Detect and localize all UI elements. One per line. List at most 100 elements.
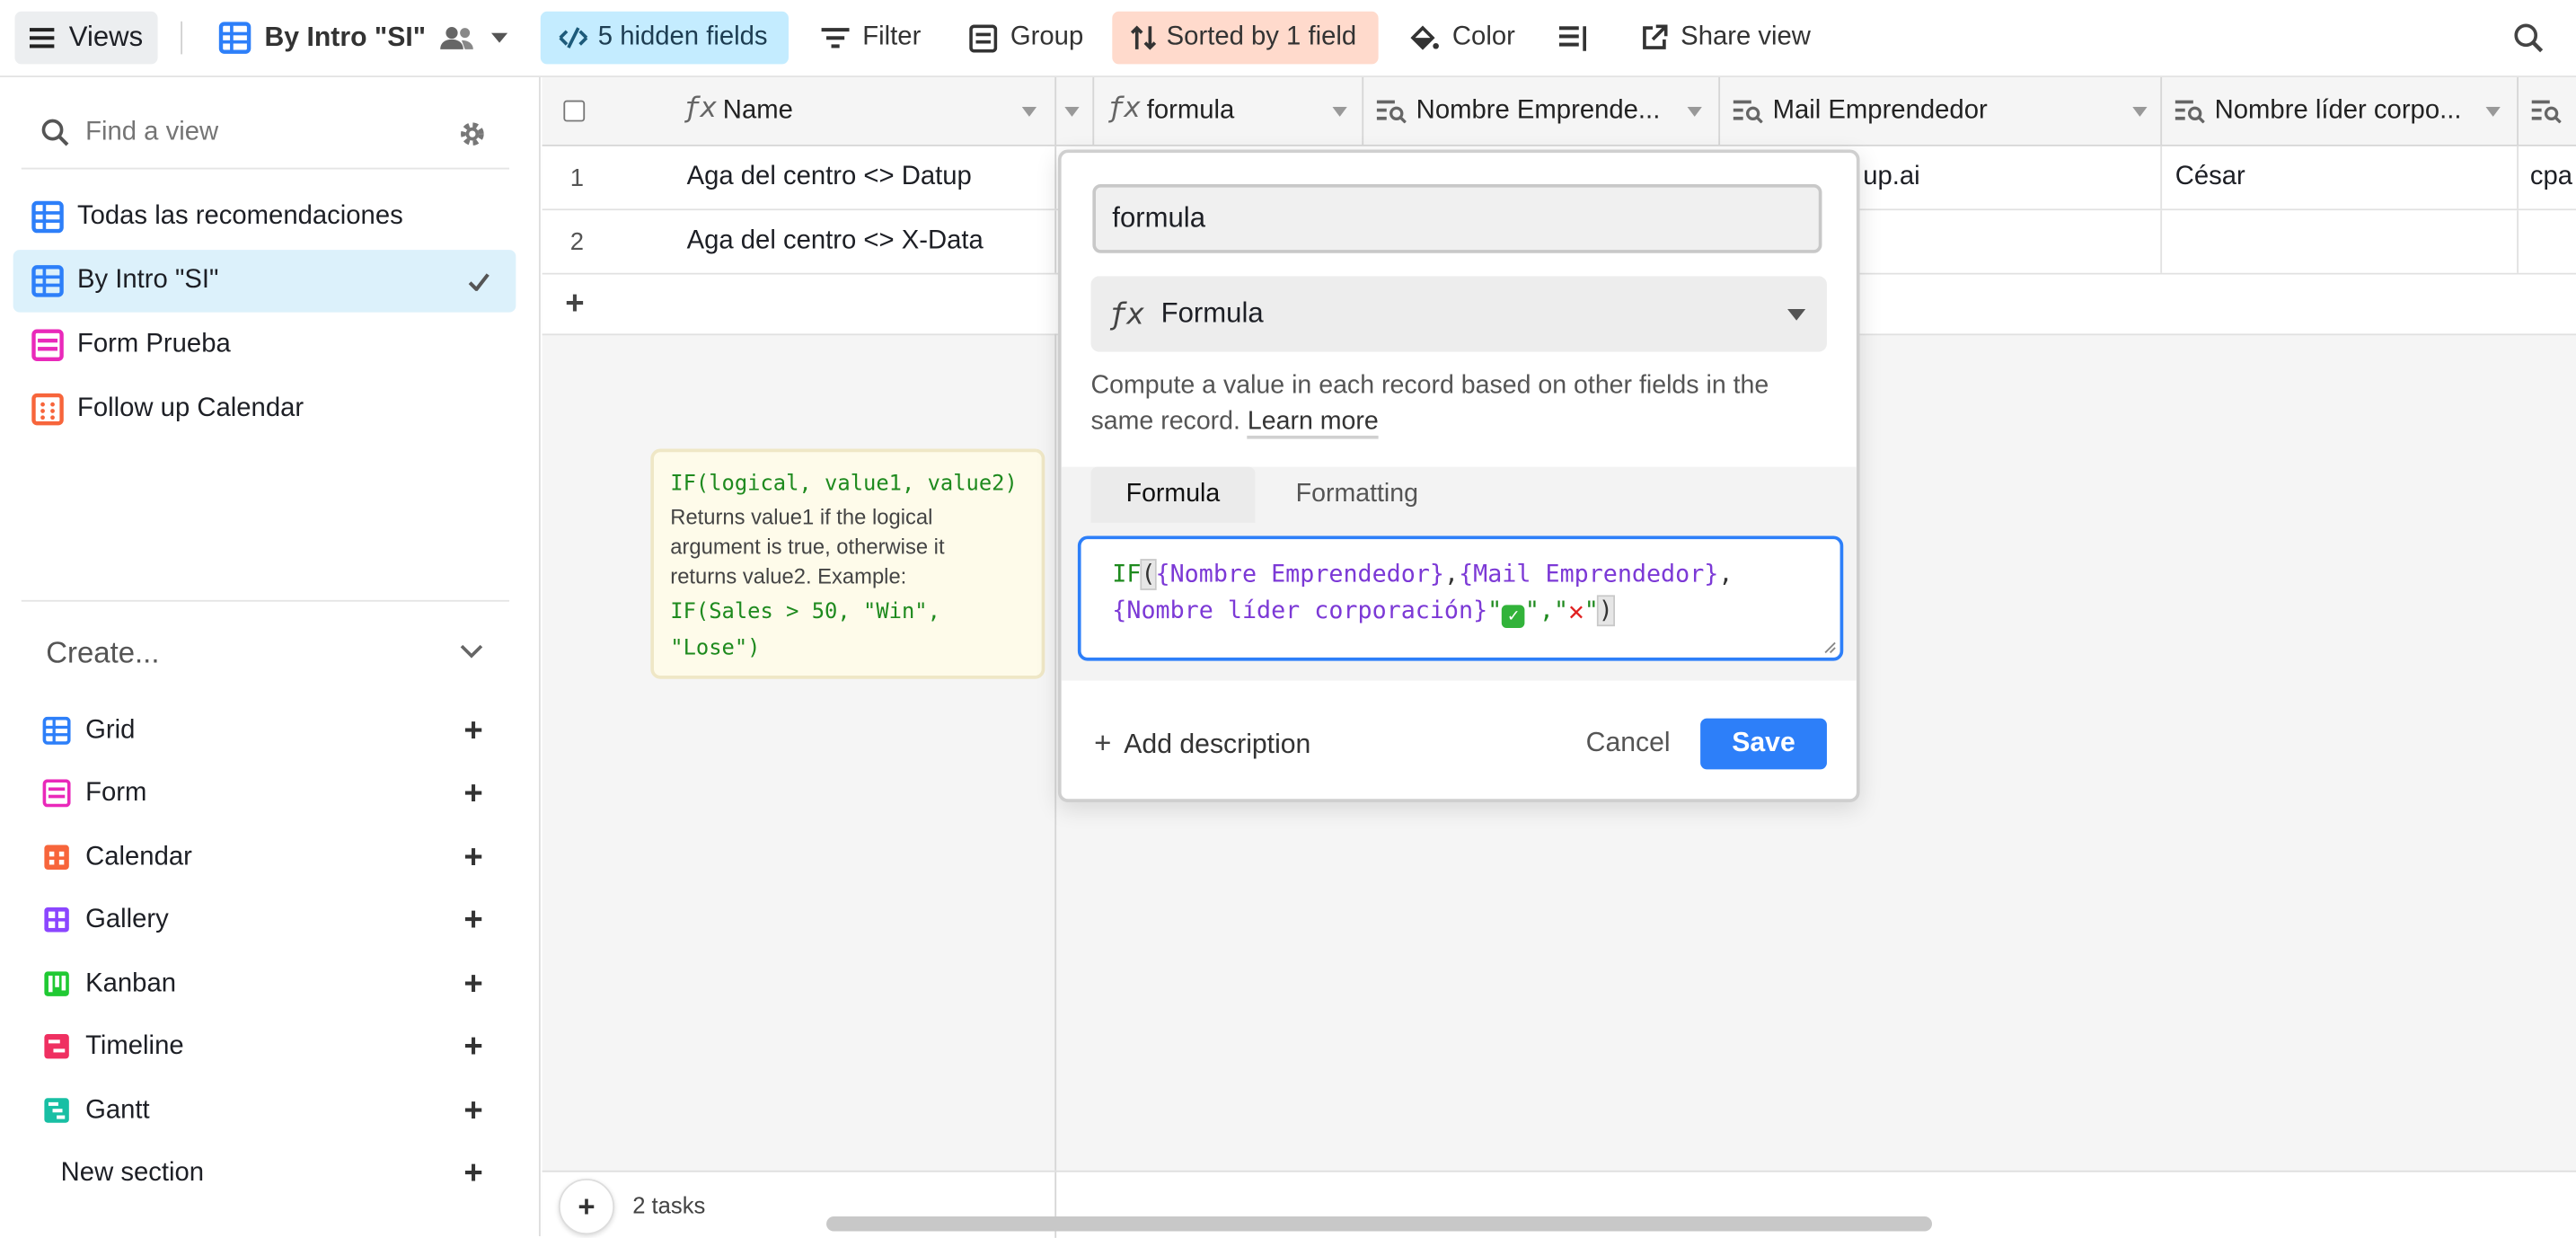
current-view-name: By Intro "SI" <box>264 22 427 52</box>
add-record-button[interactable]: + <box>558 1178 615 1235</box>
tab-formatting[interactable]: Formatting <box>1262 467 1452 523</box>
cancel-button[interactable]: Cancel <box>1557 719 1698 768</box>
formula-quote: " <box>1487 597 1503 625</box>
sort-label: Sorted by 1 field <box>1166 22 1357 51</box>
row-height-icon <box>1558 25 1586 50</box>
filter-button[interactable]: Filter <box>821 12 927 65</box>
column-divider <box>2160 210 2163 273</box>
create-form[interactable]: Form + <box>42 774 490 814</box>
views-label: Views <box>68 21 144 53</box>
column-header-label: Mail Emprendedor <box>1772 96 1988 126</box>
create-item-label: Calendar <box>85 843 192 871</box>
create-calendar[interactable]: Calendar + <box>43 838 490 878</box>
create-grid[interactable]: Grid + <box>42 712 490 751</box>
field-type-label: Formula <box>1160 297 1264 329</box>
lookup-field-icon <box>1733 100 1763 124</box>
group-icon <box>969 23 998 52</box>
row-height-button[interactable] <box>1558 12 1595 65</box>
field-config-dialog: ƒx Formula Compute a value in each recor… <box>1057 149 1860 802</box>
lookup-field-icon <box>1376 100 1407 124</box>
sidebar: Todas las recomendaciones By Intro "SI" … <box>0 77 541 1237</box>
formula-comma: , <box>1718 560 1734 589</box>
current-view-button[interactable]: By Intro "SI" <box>218 12 514 65</box>
field-type-select[interactable]: ƒx Formula <box>1090 276 1827 352</box>
row-mail-cell[interactable]: up.ai <box>1863 146 1919 209</box>
chevron-down-icon <box>1064 106 1080 117</box>
gallery-view-icon <box>44 907 69 933</box>
new-section-button[interactable]: New section + <box>61 1154 490 1194</box>
search-icon <box>2514 23 2544 53</box>
chevron-down-icon <box>2132 106 2148 117</box>
hidden-fields-button[interactable]: 5 hidden fields <box>540 11 789 65</box>
function-help-tooltip: IF(logical, value1, value2) Returns valu… <box>650 448 1045 679</box>
sidebar-view-by-intro[interactable]: By Intro "SI" <box>13 250 516 313</box>
save-button[interactable]: Save <box>1700 718 1827 770</box>
collaborators-icon <box>440 27 474 49</box>
chevron-down-icon <box>1021 106 1037 117</box>
search-button[interactable] <box>2514 12 2547 65</box>
grid-view-icon <box>31 200 64 234</box>
description-line: argument is true, otherwise it <box>670 534 945 560</box>
plus-icon: + <box>578 1189 595 1223</box>
cross-emoji-icon: ✕ <box>1568 595 1584 627</box>
group-button[interactable]: Group <box>969 12 1088 65</box>
grid-view-icon <box>31 265 64 297</box>
find-view-input[interactable] <box>82 110 434 156</box>
column-header-nombre-lider[interactable]: Nombre líder corpo... <box>2162 77 2519 146</box>
formula-editor[interactable]: IF({Nombre Emprendedor},{Mail Emprendedo… <box>1077 535 1844 661</box>
formula-comma: , <box>1443 560 1460 589</box>
row-extra-cell[interactable]: cpa <box>2530 146 2572 209</box>
row-lider-cell[interactable]: César <box>2175 146 2245 209</box>
grid-view-icon <box>42 716 71 745</box>
add-description-button[interactable]: + Add description <box>1094 727 1310 761</box>
create-section-toggle[interactable]: Create... <box>46 632 490 675</box>
column-header-label: formula <box>1146 96 1235 126</box>
views-button[interactable]: Views <box>14 11 158 65</box>
gear-icon[interactable] <box>458 120 486 148</box>
create-timeline[interactable]: Timeline + <box>43 1028 490 1067</box>
add-description-label: Add description <box>1124 730 1311 760</box>
color-button[interactable]: Color <box>1409 12 1518 65</box>
column-divider <box>1054 210 1057 273</box>
chevron-down-icon <box>460 644 483 659</box>
column-header-mail-emprendedor[interactable]: Mail Emprendedor <box>1720 77 2163 146</box>
share-view-button[interactable]: Share view <box>1641 12 1822 65</box>
create-kanban[interactable]: Kanban + <box>43 965 490 1004</box>
chevron-down-icon <box>1687 106 1702 117</box>
formula-field-icon: ƒx <box>1108 296 1145 332</box>
sidebar-view-label: Todas las recomendaciones <box>76 202 403 231</box>
formula-field-ref: {Mail Emprendedor} <box>1459 560 1719 589</box>
hidden-fields-label: 5 hidden fields <box>597 22 768 51</box>
row-name-cell[interactable]: Aga del centro <> X-Data <box>687 210 984 273</box>
row-number: 2 <box>569 227 584 256</box>
column-header-nombre-emprendedor[interactable]: Nombre Emprende... <box>1363 77 1721 146</box>
select-all-checkbox[interactable] <box>563 100 586 122</box>
sidebar-view-follow-up-calendar[interactable]: Follow up Calendar <box>13 378 516 441</box>
sort-button[interactable]: Sorted by 1 field <box>1112 11 1379 65</box>
column-header-next[interactable] <box>2519 77 2576 145</box>
resize-handle-icon[interactable] <box>1822 640 1836 654</box>
column-header-label: Nombre Emprende... <box>1416 96 1661 126</box>
eye-off-icon <box>559 27 588 49</box>
search-icon <box>41 119 69 146</box>
row-name-cell[interactable]: Aga del centro <> Datup <box>687 146 972 209</box>
column-header-formula[interactable]: ƒx formula <box>1094 77 1364 146</box>
paint-bucket-icon <box>1410 24 1439 49</box>
create-label: Create... <box>46 635 160 668</box>
color-label: Color <box>1451 22 1515 51</box>
sidebar-view-todas[interactable]: Todas las recomendaciones <box>13 186 516 249</box>
sidebar-view-label: Follow up Calendar <box>76 394 304 423</box>
field-name-input[interactable] <box>1092 183 1822 253</box>
sidebar-view-form-prueba[interactable]: Form Prueba <box>13 314 516 376</box>
horizontal-scrollbar[interactable] <box>826 1216 1933 1232</box>
tab-formula[interactable]: Formula <box>1090 466 1256 523</box>
chevron-down-icon <box>491 32 508 43</box>
formula-function: IF <box>1112 560 1142 589</box>
column-header-name[interactable]: ƒx Name <box>543 77 1057 146</box>
gantt-view-icon <box>44 1098 69 1123</box>
learn-more-link[interactable]: Learn more <box>1248 407 1379 439</box>
toolbar: Views By Intro "SI" 5 hidden fields Filt… <box>0 0 2576 78</box>
create-gallery[interactable]: Gallery + <box>43 901 490 941</box>
sidebar-view-label: By Intro "SI" <box>76 266 219 295</box>
create-gantt[interactable]: Gantt + <box>43 1092 490 1131</box>
